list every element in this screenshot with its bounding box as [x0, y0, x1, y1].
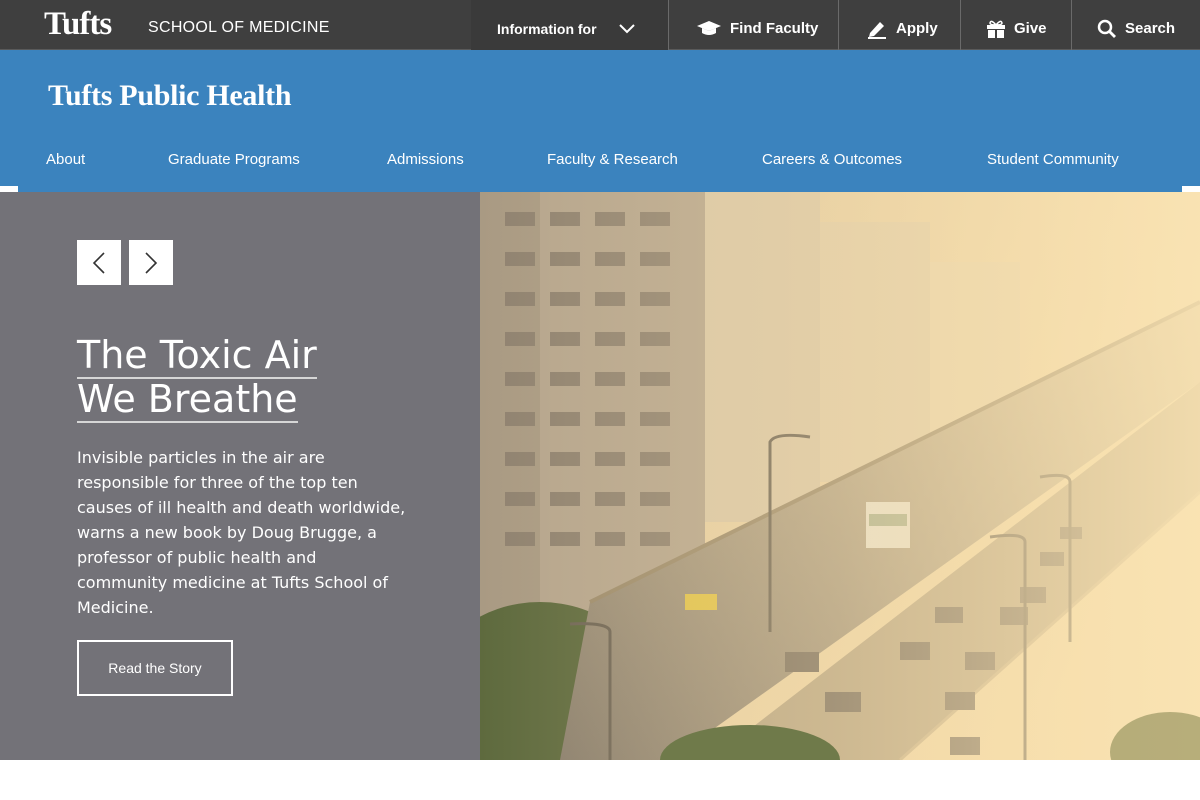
site-title[interactable]: Tufts Public Health: [48, 79, 292, 113]
tufts-logo[interactable]: Tufts: [44, 6, 112, 43]
search-icon: [1097, 19, 1116, 38]
apply-link[interactable]: Apply: [838, 0, 961, 57]
carousel-prev-button[interactable]: [77, 240, 121, 285]
pencil-icon: [868, 21, 886, 39]
hero-image-smoggy-highway: [480, 192, 1200, 760]
site-header: [18, 50, 1182, 192]
nav-item-faculty-research[interactable]: Faculty & Research: [547, 151, 678, 168]
arrow-left-icon: [92, 251, 105, 274]
hero-headline-link[interactable]: The Toxic Air We Breathe: [77, 333, 407, 423]
chevron-down-icon: [619, 24, 635, 34]
information-for-label: Information for: [497, 20, 597, 37]
hero-headline-line-2: We Breathe: [77, 377, 298, 423]
gift-icon: [987, 20, 1005, 38]
search-button[interactable]: Search: [1071, 0, 1200, 57]
apply-label: Apply: [896, 20, 938, 37]
hero-summary: Invisible particles in the air are respo…: [77, 448, 406, 617]
hero-photo-illustration: [480, 192, 1200, 760]
nav-item-student-community[interactable]: Student Community: [987, 151, 1119, 168]
school-name[interactable]: SCHOOL OF MEDICINE: [148, 19, 330, 37]
read-the-story-button[interactable]: Read the Story: [77, 640, 233, 696]
search-label: Search: [1125, 20, 1176, 37]
nav-item-careers-outcomes[interactable]: Careers & Outcomes: [762, 151, 902, 168]
hero-headline-line-1: The Toxic Air: [77, 333, 317, 379]
give-link[interactable]: Give: [960, 0, 1072, 57]
carousel-next-button[interactable]: [129, 240, 173, 285]
arrow-right-icon: [145, 251, 158, 274]
nav-item-graduate-programs[interactable]: Graduate Programs: [168, 151, 300, 168]
graduation-cap-icon: [697, 20, 721, 35]
nav-item-admissions[interactable]: Admissions: [387, 151, 464, 168]
find-faculty-label: Find Faculty: [730, 20, 819, 37]
nav-item-about[interactable]: About: [46, 151, 85, 168]
give-label: Give: [1014, 20, 1047, 37]
information-for-dropdown[interactable]: Information for: [471, 0, 668, 57]
find-faculty-link[interactable]: Find Faculty: [668, 0, 839, 57]
